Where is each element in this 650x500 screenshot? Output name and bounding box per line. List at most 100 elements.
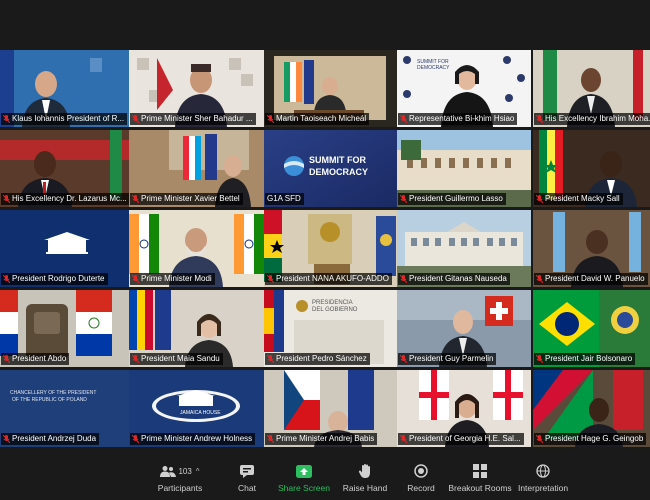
video-tile[interactable]: PRESIDENCIA DEL GOBIERNO President Pedro… bbox=[264, 290, 397, 367]
video-tile[interactable]: President of Georgia H.E. Sal... bbox=[397, 370, 531, 447]
participant-name: Prime Minister Sher Bahadur ... bbox=[141, 114, 253, 123]
breakout-rooms-icon bbox=[473, 464, 487, 478]
video-tile[interactable]: President David W. Panuelo bbox=[533, 210, 650, 287]
participant-nameplate: President David W. Panuelo bbox=[534, 273, 648, 285]
video-tile[interactable]: His Excellency Dr. Lazarus Mc... bbox=[0, 130, 134, 207]
globe-icon bbox=[536, 464, 550, 478]
chat-icon bbox=[240, 464, 254, 478]
record-label: Record bbox=[407, 483, 435, 493]
muted-mic-icon bbox=[267, 435, 274, 443]
summit-logo-text: SUMMIT FOR bbox=[309, 155, 366, 165]
participant-name: President Andrzej Duda bbox=[12, 434, 97, 443]
video-tile-active-speaker[interactable]: SUMMIT FOR DEMOCRACY G1A SFD bbox=[264, 130, 397, 207]
chat-button[interactable]: Chat bbox=[232, 460, 262, 500]
participant-nameplate: President Jair Bolsonaro bbox=[534, 353, 636, 365]
participants-button[interactable]: 103 ^ Participants bbox=[155, 460, 205, 500]
participant-nameplate: President Maia Sandu bbox=[130, 353, 223, 365]
participant-name: Martin Taoiseach Micheál bbox=[276, 114, 367, 123]
participant-nameplate: President Andrzej Duda bbox=[1, 433, 100, 445]
breakout-rooms-label: Breakout Rooms bbox=[448, 483, 512, 493]
participant-nameplate: Martin Taoiseach Micheál bbox=[265, 113, 370, 125]
video-tile[interactable]: President Jair Bolsonaro bbox=[533, 290, 650, 367]
meeting-toolbar: 103 ^ Participants Chat Share Screen Rai… bbox=[0, 460, 650, 500]
video-tile[interactable]: SUMMIT FOR DEMOCRACY Representative Bi-k… bbox=[397, 50, 531, 127]
video-tile[interactable]: President Guy Parmelin bbox=[397, 290, 531, 367]
participant-nameplate: Prime Minister Xavier Bettel bbox=[130, 193, 243, 205]
zoom-meeting-window: Klaus Iohannis President of R... Prime M… bbox=[0, 0, 650, 500]
video-tile[interactable]: CHANCELLERY OF THE PRESIDENT OF THE REPU… bbox=[0, 370, 134, 447]
video-tile[interactable]: His Excellency Ibrahim Moha... bbox=[533, 50, 650, 127]
video-tile[interactable]: President Guillermo Lasso bbox=[397, 130, 531, 207]
participant-nameplate: Prime Minister Andrew Holness bbox=[130, 433, 256, 445]
participant-name: President Pedro Sánchez bbox=[276, 354, 367, 363]
muted-mic-icon bbox=[536, 115, 543, 123]
interpretation-button[interactable]: Interpretation bbox=[516, 460, 570, 500]
muted-mic-icon bbox=[400, 275, 407, 283]
participant-nameplate: Prime Minister Andrej Babis bbox=[265, 433, 378, 445]
participant-nameplate: President of Georgia H.E. Sal... bbox=[398, 433, 524, 445]
participant-name: President Rodrigo Duterte bbox=[12, 274, 105, 283]
muted-mic-icon bbox=[132, 355, 139, 363]
video-tile[interactable]: President Abdo bbox=[0, 290, 134, 367]
participant-name: President Guy Parmelin bbox=[409, 354, 494, 363]
participant-name: Prime Minister Andrew Holness bbox=[141, 434, 253, 443]
muted-mic-icon bbox=[132, 435, 139, 443]
share-screen-button[interactable]: Share Screen bbox=[278, 460, 330, 500]
video-tile[interactable]: President Gitanas Nauseda bbox=[397, 210, 531, 287]
participant-name: His Excellency Dr. Lazarus Mc... bbox=[12, 194, 127, 203]
participant-name: President Maia Sandu bbox=[141, 354, 220, 363]
chat-label: Chat bbox=[238, 483, 256, 493]
muted-mic-icon bbox=[536, 355, 543, 363]
video-tile[interactable]: Martin Taoiseach Micheál bbox=[264, 50, 397, 127]
participant-name: President Hage G. Geingob bbox=[545, 434, 644, 443]
muted-mic-icon bbox=[400, 435, 407, 443]
participant-name: Prime Minister Modi bbox=[141, 274, 212, 283]
breakout-rooms-button[interactable]: Breakout Rooms bbox=[448, 460, 512, 500]
record-button[interactable]: Record bbox=[404, 460, 438, 500]
raise-hand-icon bbox=[359, 464, 370, 478]
raise-hand-label: Raise Hand bbox=[342, 483, 388, 493]
share-screen-label: Share Screen bbox=[278, 483, 330, 493]
video-tile[interactable]: Prime Minister Andrej Babis bbox=[264, 370, 397, 447]
muted-mic-icon bbox=[536, 435, 543, 443]
participant-name: President NANA AKUFO-ADDO bbox=[276, 274, 389, 283]
video-tile[interactable]: Prime Minister Modi bbox=[129, 210, 264, 287]
muted-mic-icon bbox=[132, 115, 139, 123]
gallery-grid: Klaus Iohannis President of R... Prime M… bbox=[0, 50, 650, 449]
participant-nameplate: President Pedro Sánchez bbox=[265, 353, 370, 365]
participant-nameplate: President Macky Sall bbox=[534, 193, 623, 205]
video-tile[interactable]: President Macky Sall bbox=[533, 130, 650, 207]
participant-name: Prime Minister Andrej Babis bbox=[276, 434, 375, 443]
video-tile[interactable]: President Hage G. Geingob bbox=[533, 370, 650, 447]
muted-mic-icon bbox=[400, 355, 407, 363]
participant-nameplate: Prime Minister Sher Bahadur ... bbox=[130, 113, 256, 125]
video-tile[interactable]: JAMAICA HOUSE Prime Minister Andrew Holn… bbox=[129, 370, 264, 447]
muted-mic-icon bbox=[400, 195, 407, 203]
video-tile[interactable]: Prime Minister Xavier Bettel bbox=[129, 130, 264, 207]
participant-nameplate: President Rodrigo Duterte bbox=[1, 273, 108, 285]
participant-nameplate: G1A SFD bbox=[265, 193, 304, 205]
summit-backdrop-text: DEMOCRACY bbox=[417, 65, 450, 71]
chevron-up-icon[interactable]: ^ bbox=[196, 467, 200, 476]
muted-mic-icon bbox=[3, 275, 10, 283]
share-screen-icon bbox=[296, 464, 312, 478]
record-icon bbox=[414, 464, 428, 478]
video-tile[interactable]: President Rodrigo Duterte bbox=[0, 210, 134, 287]
participant-name: President of Georgia H.E. Sal... bbox=[409, 434, 521, 443]
video-tile[interactable]: Klaus Iohannis President of R... bbox=[0, 50, 134, 127]
participant-name: President Guillermo Lasso bbox=[409, 194, 503, 203]
participant-nameplate: Prime Minister Modi bbox=[130, 273, 215, 285]
video-tile[interactable]: Prime Minister Sher Bahadur ... bbox=[129, 50, 264, 127]
participant-name: President David W. Panuelo bbox=[545, 274, 645, 283]
muted-mic-icon bbox=[267, 355, 274, 363]
participants-count: 103 bbox=[178, 466, 192, 476]
participant-nameplate: President Hage G. Geingob bbox=[534, 433, 647, 445]
muted-mic-icon bbox=[267, 115, 274, 123]
video-tile[interactable]: President Maia Sandu bbox=[129, 290, 264, 367]
muted-mic-icon bbox=[3, 195, 10, 203]
video-tile[interactable]: President NANA AKUFO-ADDO bbox=[264, 210, 397, 287]
raise-hand-button[interactable]: Raise Hand bbox=[343, 460, 387, 500]
participant-name: Prime Minister Xavier Bettel bbox=[141, 194, 240, 203]
chancellery-backdrop-text: CHANCELLERY OF THE PRESIDENT bbox=[10, 390, 96, 396]
participant-nameplate: President NANA AKUFO-ADDO bbox=[265, 273, 392, 285]
